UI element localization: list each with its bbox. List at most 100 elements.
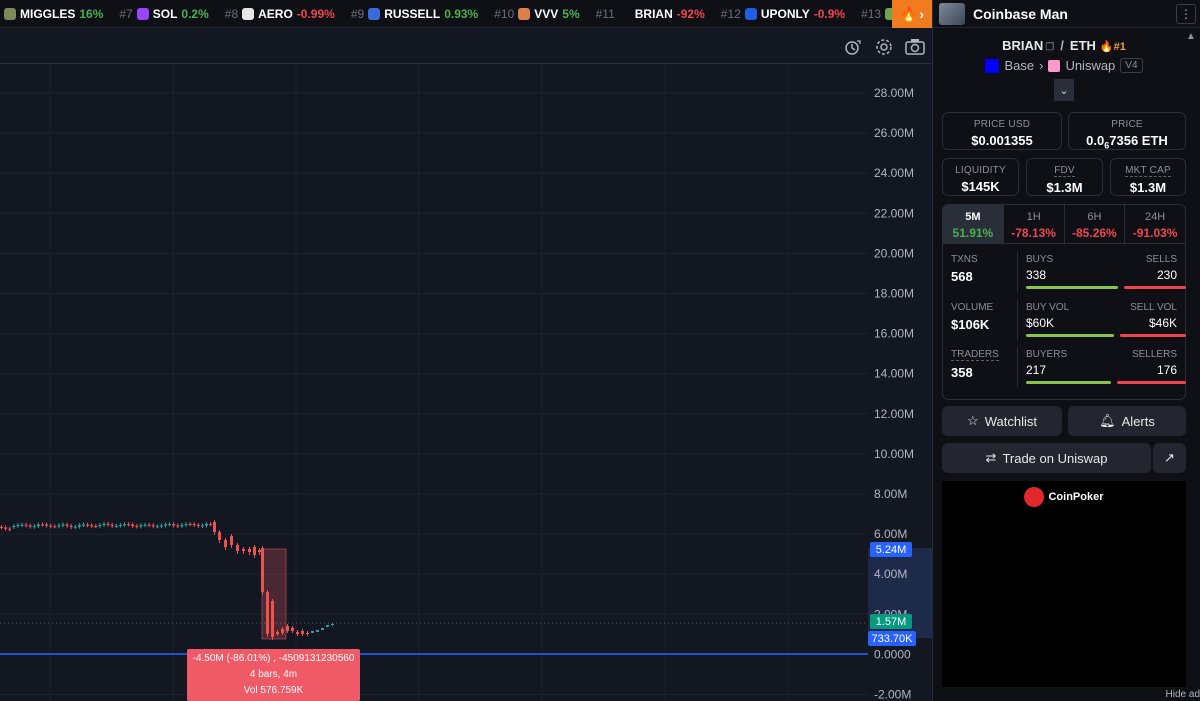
chevron-right-icon: › xyxy=(1039,58,1044,73)
last-price-label: 1.57M xyxy=(870,614,912,629)
chain-name[interactable]: Base xyxy=(1004,58,1034,73)
candle-body xyxy=(176,525,180,527)
measure-tooltip: -4.50M (-86.01%) , -4509131230560 4 bars… xyxy=(187,649,360,701)
trending-fire-button[interactable]: 🔥 › xyxy=(892,0,932,28)
tab-5m[interactable]: 5M 51.91% xyxy=(943,205,1004,243)
price-native-value: 0.067356 ETH xyxy=(1069,133,1185,151)
timeframe-label: 24H xyxy=(1145,211,1166,223)
timeframe-label: 5M xyxy=(965,211,981,223)
candle-body xyxy=(131,524,135,527)
price-usd-value: $0.001355 xyxy=(971,133,1033,148)
ad-brand: CoinPoker xyxy=(1048,491,1104,503)
ticker-symbol: MIGGLES xyxy=(20,6,76,21)
trade-button[interactable]: ⇄ Trade on Uniswap xyxy=(942,443,1151,473)
sells-label: SELLS xyxy=(1145,254,1177,265)
candle-body xyxy=(110,524,114,526)
swap-arrows-icon: ⇄ xyxy=(985,450,997,465)
pair-chain-dex: Base › Uniswap V4 xyxy=(933,58,1195,73)
ticker-change: 5% xyxy=(562,6,580,21)
dex-name[interactable]: Uniswap xyxy=(1065,58,1115,73)
ticker-item[interactable]: MIGGLES 16% xyxy=(4,7,103,21)
ticker-change: 0.2% xyxy=(181,6,209,21)
ticker-item[interactable]: #12 UPONLY -0.9% xyxy=(721,7,845,21)
traders-label[interactable]: TRADERS xyxy=(951,349,999,361)
alerts-button[interactable]: 🔔︎ Alerts xyxy=(1068,406,1186,436)
hide-ad-link[interactable]: Hide ad xyxy=(1166,689,1200,700)
ticker-change: -0.9% xyxy=(813,6,846,21)
candle-body xyxy=(69,525,73,528)
ticker-item[interactable]: #8 AERO -0.99% xyxy=(225,7,335,21)
price-chart[interactable]: 28.00M 26.00M 24.00M 22.00M 20.00M 18.00M 16.0… xyxy=(0,28,932,701)
candle-body xyxy=(180,524,184,527)
open-external-button[interactable]: ↗ xyxy=(1153,443,1186,473)
base-chain-icon xyxy=(985,58,1000,73)
candle-body xyxy=(242,549,245,551)
candle-body xyxy=(159,525,163,527)
ticker-item[interactable]: #11 BRIAN -92% xyxy=(596,7,705,21)
candle-body xyxy=(53,526,57,528)
candle-body xyxy=(253,547,256,555)
mkt-cap-box: MKT CAP $1.3M xyxy=(1110,158,1186,196)
candle-body xyxy=(114,525,118,527)
liquidity-label: LIQUIDITY xyxy=(955,165,1006,176)
fdv-label[interactable]: FDV xyxy=(1054,165,1075,177)
sellers-value: 176 xyxy=(1156,363,1177,377)
ticker-item[interactable]: #9 RUSSELL 0.93% xyxy=(351,7,478,21)
star-icon: ☆ xyxy=(967,413,979,428)
liquidity-box: LIQUIDITY $145K xyxy=(942,158,1019,196)
candle-body xyxy=(281,629,284,633)
candle-body xyxy=(168,524,172,526)
pair-title: BRIAN ❐ / ETH 🔥#1 xyxy=(933,38,1195,53)
ticker-rank: #12 xyxy=(720,6,741,21)
sol-token-icon xyxy=(136,7,149,20)
candle-body xyxy=(196,524,200,527)
ticker-rank: #13 xyxy=(861,6,882,21)
candle-body xyxy=(12,525,16,527)
mkt-cap-value: $1.3M xyxy=(1129,180,1167,195)
price-native-label: PRICE xyxy=(1111,119,1143,130)
sell-vol-label: SELL VOL xyxy=(1130,302,1177,313)
brian-token-icon xyxy=(618,7,631,20)
price-tick: -2.00M xyxy=(874,688,911,701)
buys-bar xyxy=(1026,286,1119,289)
price-tick: 10.00M xyxy=(874,447,914,461)
tab-6h[interactable]: 6H -85.26% xyxy=(1065,205,1126,243)
candle-body xyxy=(41,524,44,526)
aero-token-icon xyxy=(242,7,255,20)
buys-value: 338 xyxy=(1026,268,1047,282)
price-usd-label: PRICE USD xyxy=(973,119,1031,130)
trending-rank: #1 xyxy=(1113,41,1126,53)
bell-icon: 🔔︎ xyxy=(1099,413,1116,428)
fire-icon: 🔥 xyxy=(899,5,918,22)
copy-icon[interactable]: ❐ xyxy=(1045,42,1054,53)
ticker-item[interactable]: #10 VVV 5% xyxy=(494,7,579,21)
price-usd-box: PRICE USD $0.001355 xyxy=(942,112,1062,150)
timeframe-change: -85.26% xyxy=(1072,226,1117,240)
fdv-box: FDV $1.3M xyxy=(1026,158,1103,196)
candle-body xyxy=(301,631,304,634)
mkt-cap-label[interactable]: MKT CAP xyxy=(1125,165,1171,177)
candle-body xyxy=(106,523,110,525)
watchlist-label: Watchlist xyxy=(984,413,1037,429)
volume-value: $106K xyxy=(951,317,990,332)
watchlist-button[interactable]: ☆ Watchlist xyxy=(942,406,1062,436)
tab-1h[interactable]: 1H -78.13% xyxy=(1004,205,1065,243)
candle-body xyxy=(49,525,53,527)
price-native-suffix: 7356 ETH xyxy=(1109,133,1168,148)
ticker-rank: #10 xyxy=(494,6,515,21)
candle-body xyxy=(8,528,12,530)
base-symbol: BRIAN xyxy=(1002,38,1044,53)
candle-body xyxy=(311,631,314,633)
candle-body xyxy=(209,524,213,526)
collapse-info-button[interactable]: ⌄ xyxy=(1054,79,1074,101)
traders-row: TRADERS 358 BUYERS SELLERS 217 176 xyxy=(943,343,1187,389)
tab-24h[interactable]: 24H -91.03% xyxy=(1125,205,1185,243)
ticker-item[interactable]: #7 SOL 0.2% xyxy=(119,7,208,21)
panel-menu-button[interactable]: ⋮ xyxy=(1176,4,1196,24)
divider xyxy=(1017,300,1018,340)
candle-body xyxy=(331,624,334,625)
price-tick: 22.00M xyxy=(874,206,914,220)
ad-logo: CoinPoker xyxy=(942,487,1186,507)
price-tick: 26.00M xyxy=(874,126,914,140)
ad-banner[interactable]: CoinPoker xyxy=(942,481,1186,687)
